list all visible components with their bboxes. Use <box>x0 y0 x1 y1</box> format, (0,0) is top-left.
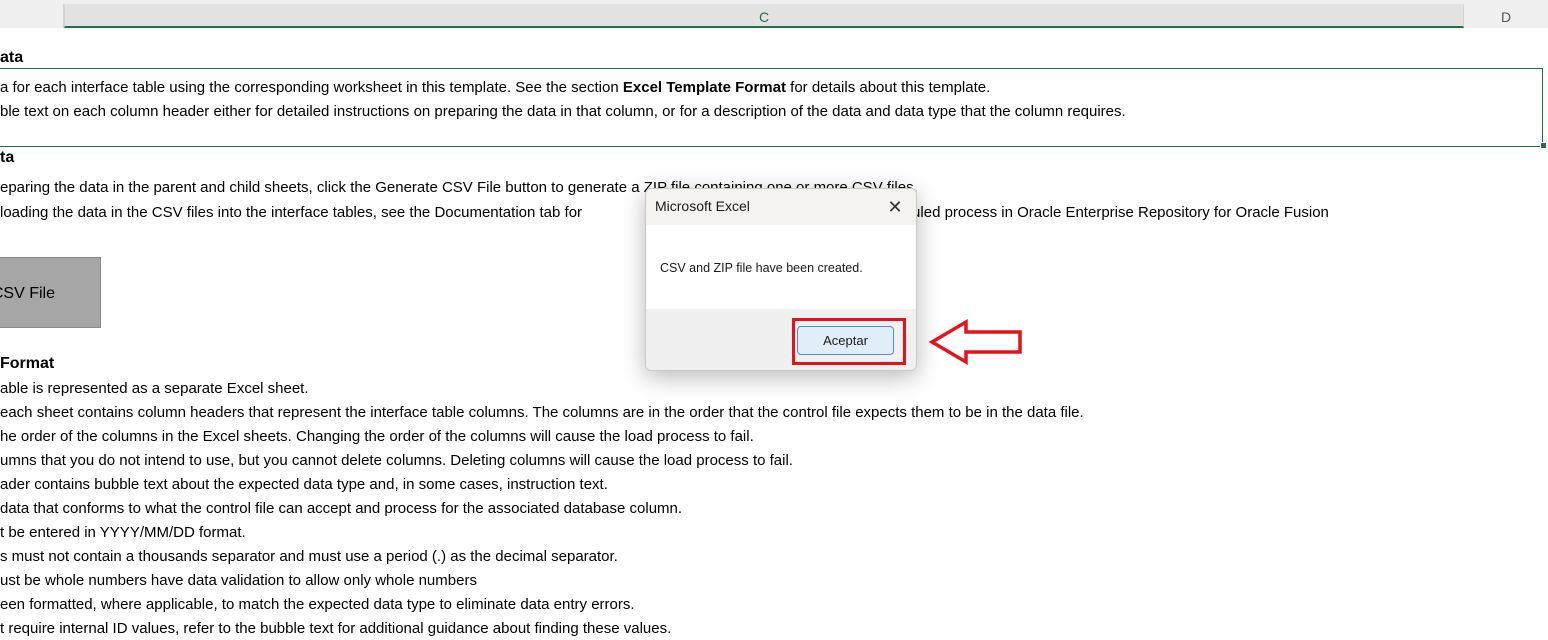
section-heading-template-format: Format <box>0 355 55 372</box>
left-arrow-outline-icon <box>928 318 1022 366</box>
format-line-6[interactable]: data that conforms to what the control f… <box>0 499 682 519</box>
instruction-line-4-post: heduled process in Oracle Enterprise Rep… <box>887 204 1329 221</box>
dialog-titlebar[interactable]: Microsoft Excel ✕ <box>646 189 916 225</box>
format-line-11[interactable]: t require internal ID values, refer to t… <box>0 619 671 639</box>
column-header-b[interactable] <box>0 4 64 28</box>
format-line-5[interactable]: ader contains bubble text about the expe… <box>0 475 608 495</box>
spreadsheet-view: C D ata a for each interface table using… <box>0 0 1548 640</box>
format-line-2[interactable]: each sheet contains column headers that … <box>0 403 1084 423</box>
format-line-1[interactable]: able is represented as a separate Excel … <box>0 379 309 399</box>
section-heading-prepare-data: ata <box>0 49 24 66</box>
section-heading-load-data: ta <box>0 149 15 166</box>
format-line-7[interactable]: t be entered in YYYY/MM/DD format. <box>0 523 246 543</box>
dialog-body: CSV and ZIP file have been created. <box>646 225 916 309</box>
dialog-message: CSV and ZIP file have been created. <box>660 261 863 275</box>
column-header-d[interactable]: D <box>1464 4 1548 28</box>
format-line-4[interactable]: umns that you do not intend to use, but … <box>0 451 793 471</box>
format-line-10[interactable]: een formatted, where applicable, to matc… <box>0 595 635 615</box>
instruction-line-4-pre: loading the data in the CSV files into t… <box>0 204 583 221</box>
cell-selection-box <box>0 68 1543 147</box>
format-line-9[interactable]: ust be whole numbers have data validatio… <box>0 571 477 591</box>
format-line-3[interactable]: he order of the columns in the Excel she… <box>0 427 754 447</box>
dialog-title: Microsoft Excel <box>655 198 750 214</box>
generate-csv-file-button[interactable]: CSV File <box>0 257 101 328</box>
close-icon[interactable]: ✕ <box>883 195 907 219</box>
fill-handle[interactable] <box>1540 142 1547 149</box>
format-line-8[interactable]: s must not contain a thousands separator… <box>0 547 618 567</box>
column-header-c[interactable]: C <box>64 4 1464 28</box>
highlight-box <box>792 318 906 365</box>
